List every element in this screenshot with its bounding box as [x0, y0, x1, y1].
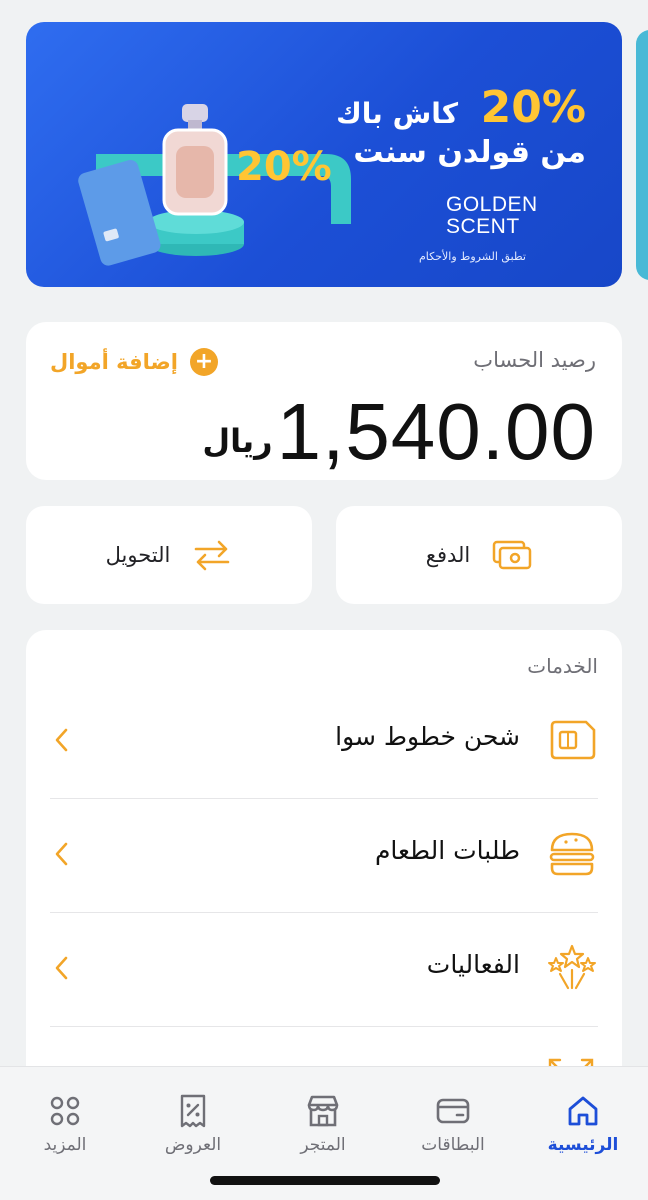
transfer-label: التحويل: [105, 543, 171, 567]
plus-circle-icon: +: [189, 348, 218, 376]
next-banner-peek[interactable]: [636, 30, 648, 280]
transfer-button[interactable]: التحويل: [26, 506, 312, 604]
currency-label: ريال: [202, 422, 273, 460]
more-icon: [50, 1096, 80, 1126]
add-funds-button[interactable]: + إضافة أموال: [50, 348, 218, 376]
home-indicator[interactable]: [210, 1176, 440, 1185]
add-funds-label: إضافة أموال: [50, 350, 178, 374]
service-label: الفعاليات: [426, 950, 520, 979]
nav-item-more[interactable]: المزيد: [10, 1093, 120, 1173]
nav-label-offers: العروض: [164, 1135, 222, 1155]
nav-label-more: المزيد: [43, 1135, 87, 1155]
chevron-left-icon: [55, 842, 68, 866]
chevron-left-icon: [55, 956, 68, 980]
nav-label-home: الرئيسية: [547, 1135, 619, 1155]
nav-item-cards[interactable]: البطاقات: [398, 1093, 508, 1173]
service-row-food-orders[interactable]: طلبات الطعام: [50, 798, 598, 912]
nav-label-store: المتجر: [300, 1135, 346, 1155]
store-icon: [307, 1095, 339, 1127]
service-label: شحن خطوط سوا: [335, 722, 520, 751]
transfer-arrows-icon: [195, 540, 230, 571]
fireworks-icon: [548, 944, 596, 990]
balance-amount-row: ريال 1,540.00: [202, 392, 596, 472]
app-screen: 20% 20% كاش باك من قولدن سنت GOLDEN SCEN…: [0, 0, 648, 1200]
nav-label-cards: البطاقات: [421, 1135, 485, 1155]
home-icon: [568, 1096, 598, 1126]
nav-item-store[interactable]: المتجر: [268, 1093, 378, 1173]
offers-icon: [180, 1094, 206, 1128]
divider: [50, 1026, 598, 1027]
chevron-left-icon: [55, 728, 68, 752]
services-card: الخدمات شحن خطوط سوا طلبات الطعام الفعال…: [26, 630, 622, 1100]
balance-card: رصيد الحساب + إضافة أموال ريال 1,540.00: [26, 322, 622, 480]
services-title: الخدمات: [527, 654, 598, 678]
service-label: طلبات الطعام: [374, 836, 520, 865]
cash-icon: [493, 540, 532, 570]
balance-amount: 1,540.00: [276, 387, 596, 476]
service-row-sawa-recharge[interactable]: شحن خطوط سوا: [50, 684, 598, 798]
pay-label: الدفع: [425, 543, 471, 567]
card-icon: [436, 1098, 470, 1124]
nav-item-offers[interactable]: العروض: [138, 1093, 248, 1173]
banner-art-percent: 20%: [236, 144, 332, 190]
brand-line-2: SCENT: [446, 215, 520, 239]
burger-icon: [549, 832, 595, 876]
balance-label: رصيد الحساب: [473, 348, 596, 372]
cashback-subtitle: من قولدن سنت: [353, 135, 586, 170]
cashback-percent: 20%: [480, 82, 586, 133]
cashback-title: كاش باك: [336, 97, 458, 130]
golden-scent-logo: GOLDEN SCENT: [446, 193, 538, 239]
nav-item-home[interactable]: الرئيسية: [528, 1093, 638, 1173]
sim-card-icon: [550, 720, 596, 760]
service-row-events[interactable]: الفعاليات: [50, 912, 598, 1026]
brand-line-1: GOLDEN: [446, 193, 538, 216]
promo-banner[interactable]: 20% 20% كاش باك من قولدن سنت GOLDEN SCEN…: [26, 22, 622, 287]
pay-button[interactable]: الدفع: [336, 506, 622, 604]
terms-note: تطبق الشروط والأحكام: [418, 250, 526, 263]
